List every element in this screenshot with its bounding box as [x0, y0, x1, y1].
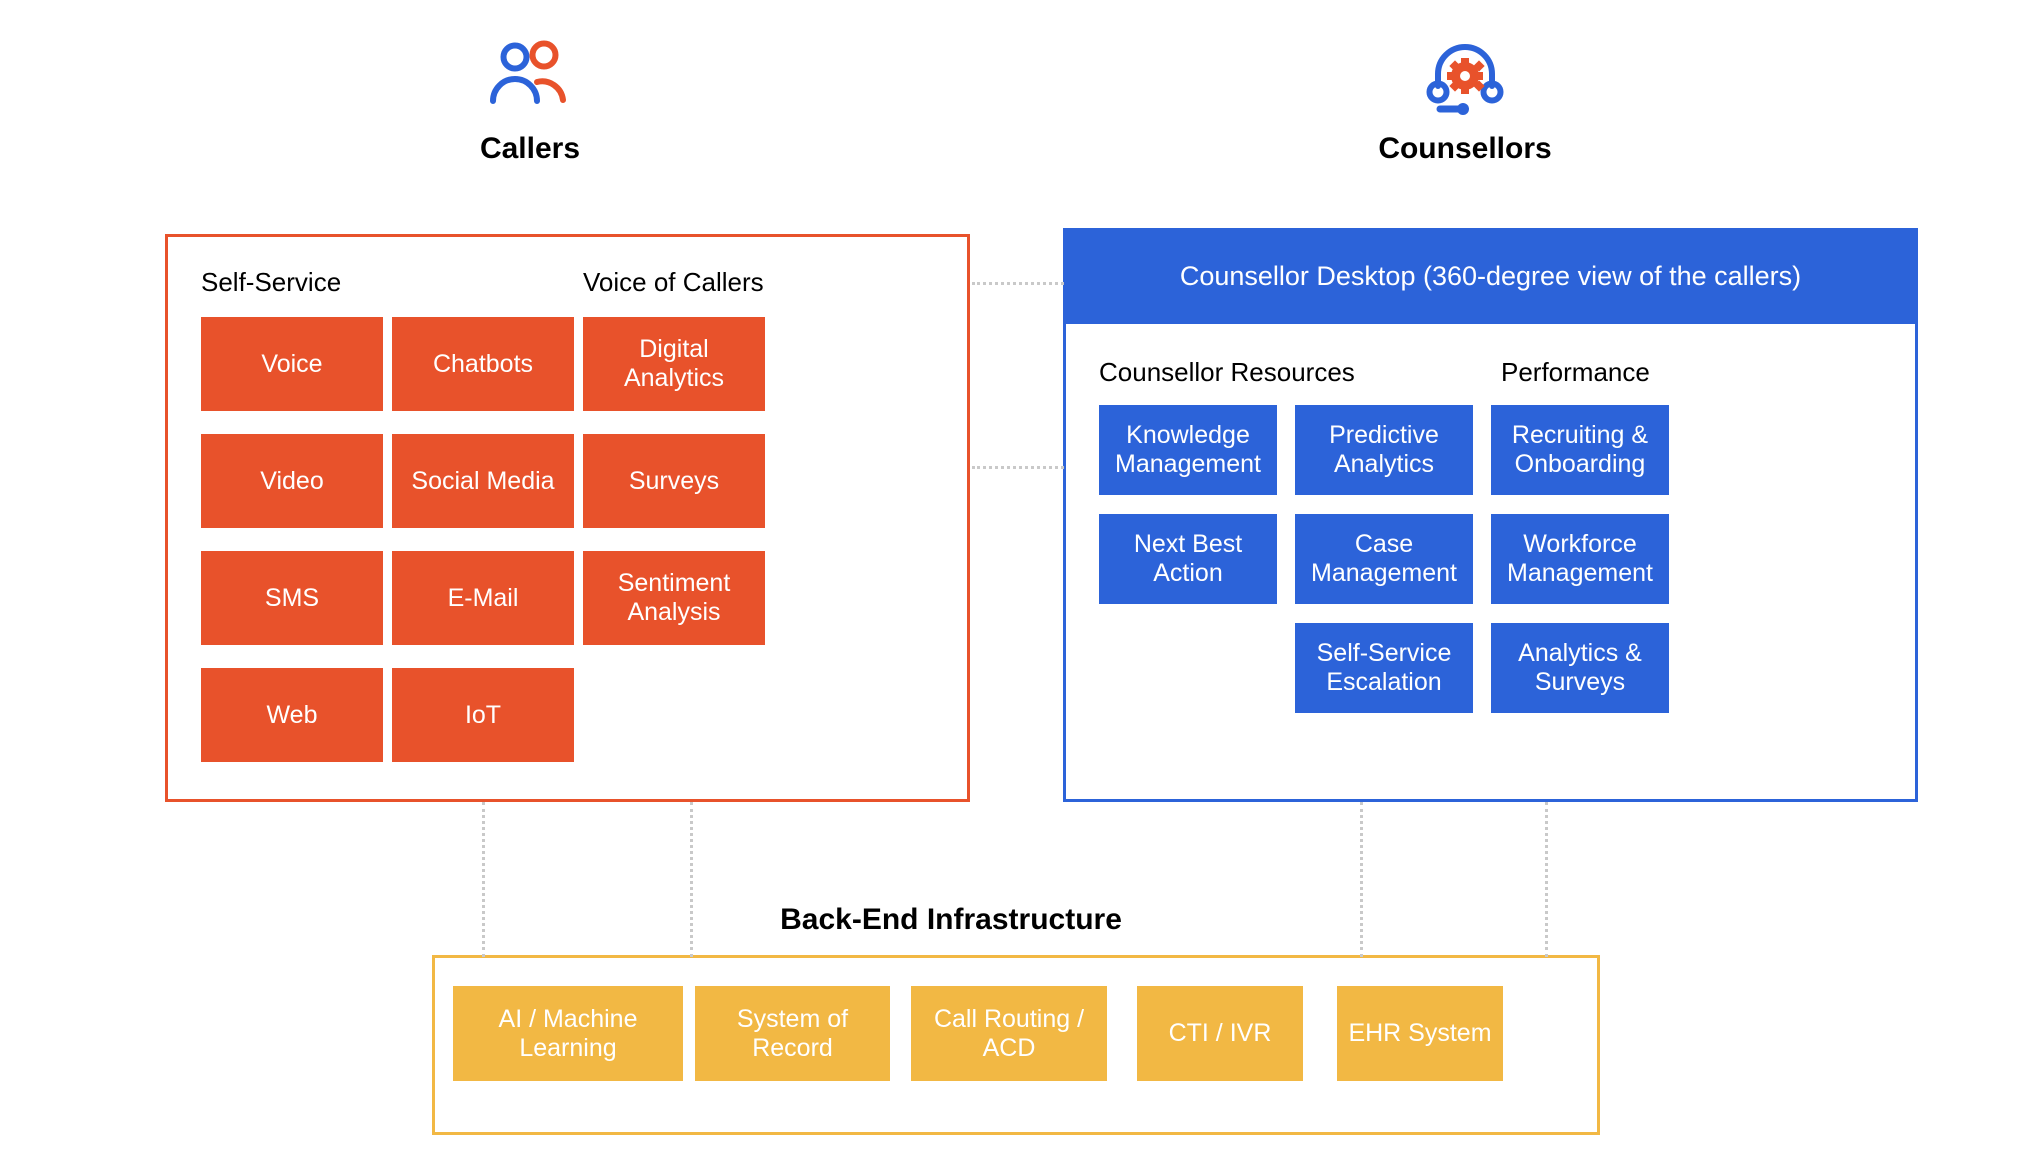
group-label-voice-of-callers: Voice of Callers — [583, 267, 764, 297]
backend-infrastructure-title-label: Back-End Infrastructure — [780, 903, 1122, 936]
tile-workforce-management[interactable]: Workforce Management — [1491, 514, 1669, 604]
tile-cti-ivr[interactable]: CTI / IVR — [1137, 986, 1303, 1081]
tile-sms[interactable]: SMS — [201, 551, 383, 645]
tile-iot[interactable]: IoT — [392, 668, 574, 762]
tile-recruiting-onboarding[interactable]: Recruiting & Onboarding — [1491, 405, 1669, 495]
callers-header: Callers — [420, 38, 640, 166]
connector-callers-to-backend-2 — [690, 802, 693, 957]
tile-ehr-system[interactable]: EHR System — [1337, 986, 1503, 1081]
tile-system-of-record[interactable]: System of Record — [695, 986, 890, 1081]
group-label-performance: Performance — [1501, 357, 1650, 387]
counsellor-desktop-banner-label: Counsellor Desktop (360-degree view of t… — [1179, 260, 1802, 291]
counsellors-title: Counsellors — [1378, 132, 1552, 165]
backend-infrastructure-title: Back-End Infrastructure — [0, 903, 2022, 937]
tile-predictive-analytics[interactable]: Predictive Analytics — [1295, 405, 1473, 495]
tile-video[interactable]: Video — [201, 434, 383, 528]
counsellor-desktop-banner: Counsellor Desktop (360-degree view of t… — [1063, 228, 1918, 324]
tile-ai-machine-learning[interactable]: AI / Machine Learning — [453, 986, 683, 1081]
tile-sentiment-analysis[interactable]: Sentiment Analysis — [583, 551, 765, 645]
tile-email[interactable]: E-Mail — [392, 551, 574, 645]
tile-social-media[interactable]: Social Media — [392, 434, 574, 528]
group-label-self-service: Self-Service — [201, 267, 342, 297]
tile-web[interactable]: Web — [201, 668, 383, 762]
connector-callers-to-desktop — [972, 282, 1064, 285]
tile-call-routing-acd[interactable]: Call Routing / ACD — [911, 986, 1107, 1081]
connector-callers-to-resources — [972, 466, 1064, 469]
counsellors-header: Counsellors — [1355, 38, 1575, 166]
connector-counsellors-to-backend-2 — [1545, 802, 1548, 957]
tile-self-service-escalation[interactable]: Self-Service Escalation — [1295, 623, 1473, 713]
tile-next-best-action[interactable]: Next Best Action — [1099, 514, 1277, 604]
callers-panel: Self-Service Voice of Callers Voice Chat… — [165, 234, 970, 802]
connector-callers-to-backend-1 — [482, 802, 485, 957]
tile-case-management[interactable]: Case Management — [1295, 514, 1473, 604]
tile-analytics-surveys[interactable]: Analytics & Surveys — [1491, 623, 1669, 713]
tile-knowledge-management[interactable]: Knowledge Management — [1099, 405, 1277, 495]
connector-counsellors-to-backend-1 — [1360, 802, 1363, 957]
tile-chatbots[interactable]: Chatbots — [392, 317, 574, 411]
tile-voice[interactable]: Voice — [201, 317, 383, 411]
two-people-icon — [485, 38, 575, 118]
group-label-counsellor-resources: Counsellor Resources — [1099, 357, 1355, 387]
callers-title: Callers — [479, 132, 581, 165]
headset-gear-icon — [1420, 38, 1510, 118]
tile-digital-analytics[interactable]: Digital Analytics — [583, 317, 765, 411]
backend-infrastructure-panel: AI / Machine Learning System of Record C… — [432, 955, 1600, 1135]
tile-surveys[interactable]: Surveys — [583, 434, 765, 528]
